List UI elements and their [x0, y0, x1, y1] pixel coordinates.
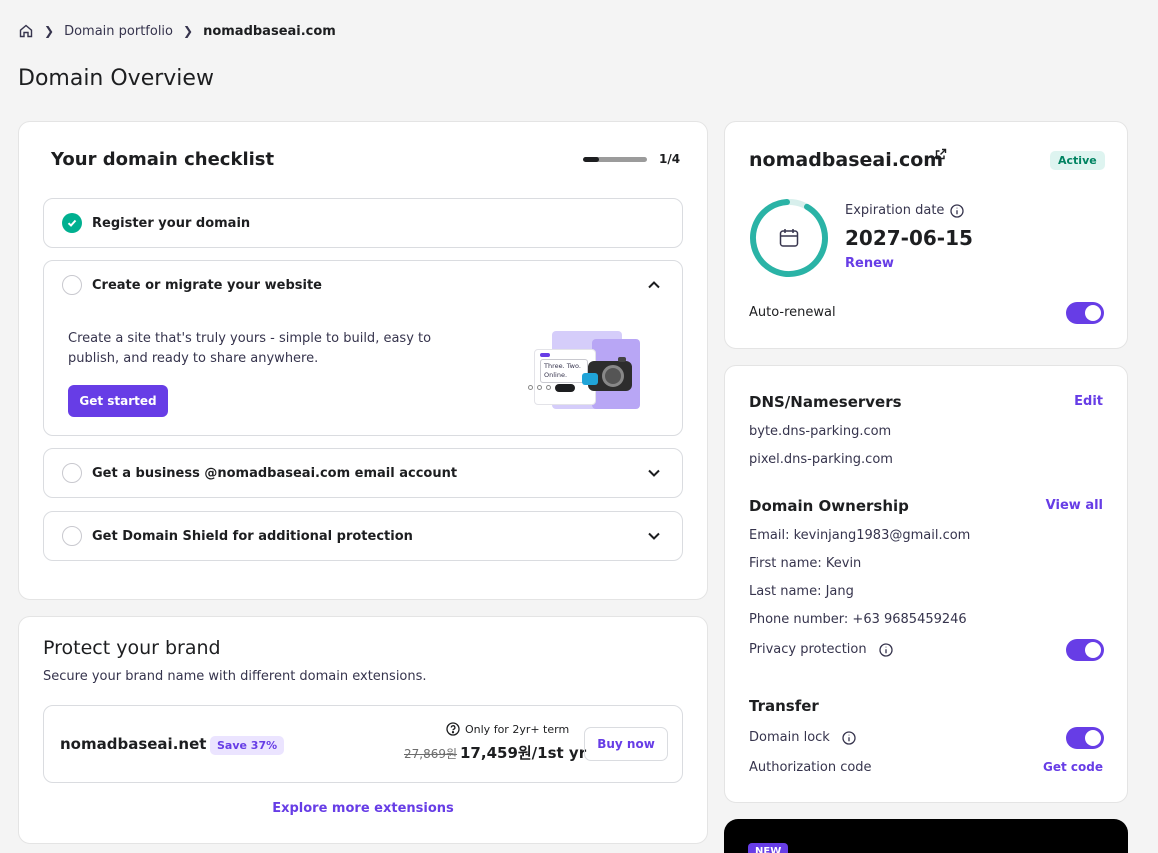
view-all-link[interactable]: View all: [1046, 498, 1103, 513]
price: 17,459원/1st yr: [460, 744, 587, 762]
checklist-progress-bar: [583, 157, 647, 162]
chevron-up-icon[interactable]: [646, 277, 662, 293]
checklist-item-domain-shield[interactable]: Get Domain Shield for additional protect…: [43, 511, 683, 561]
empty-circle-icon: [62, 275, 82, 295]
domain-status-card: nomadbaseai.com Active Expiration date 2…: [724, 121, 1128, 349]
extension-offer: nomadbaseai.net Save 37% Only for 2yr+ t…: [43, 705, 683, 783]
edit-dns-link[interactable]: Edit: [1074, 394, 1103, 409]
checklist-progress-text: 1/4: [659, 152, 681, 166]
calendar-icon: [779, 229, 799, 247]
illustration-text: Three. Two. Online.: [540, 359, 588, 383]
checklist-item-register[interactable]: Register your domain: [43, 198, 683, 248]
auth-code-label: Authorization code: [749, 760, 872, 775]
owner-phone: Phone number: +63 9685459246: [749, 612, 967, 627]
dns-ownership-card: DNS/Nameservers Edit byte.dns-parking.co…: [724, 365, 1128, 803]
domain-lock-label: Domain lock: [749, 730, 830, 745]
auto-renewal-toggle[interactable]: [1066, 302, 1104, 324]
domain-lock-toggle[interactable]: [1066, 727, 1104, 749]
dns-title: DNS/Nameservers: [749, 393, 902, 411]
check-circle-icon: [62, 213, 82, 233]
domain-checklist-card: Your domain checklist 1/4 Register your …: [18, 121, 708, 600]
new-badge: NEW: [748, 843, 789, 853]
checklist-item-label: Create or migrate your website: [92, 277, 322, 293]
privacy-protection-row: Privacy protection: [749, 642, 893, 657]
brand-subtitle: Secure your brand name with different do…: [43, 669, 427, 684]
offer-note-text: Only for 2yr+ term: [465, 722, 570, 736]
privacy-protection-toggle[interactable]: [1066, 639, 1104, 661]
checklist-title: Your domain checklist: [51, 149, 275, 170]
offer-note: Only for 2yr+ term: [446, 722, 569, 736]
renew-link[interactable]: Renew: [845, 256, 894, 271]
domain-lock-row: Domain lock: [749, 730, 856, 745]
camera-icon: [582, 357, 632, 391]
chevron-down-icon[interactable]: [646, 528, 662, 544]
info-icon[interactable]: [950, 203, 965, 218]
buy-now-button[interactable]: Buy now: [584, 727, 668, 761]
protect-brand-card: Protect your brand Secure your brand nam…: [18, 616, 708, 844]
expiration-label-text: Expiration date: [845, 203, 945, 218]
info-icon[interactable]: [842, 730, 856, 745]
transfer-title: Transfer: [749, 697, 819, 715]
checklist-item-website[interactable]: Create or migrate your website Create a …: [43, 260, 683, 436]
breadcrumb-current: nomadbaseai.com: [203, 23, 336, 39]
promo-card: NEW: [724, 819, 1128, 853]
get-started-button[interactable]: Get started: [68, 385, 168, 417]
status-badge: Active: [1050, 151, 1105, 170]
nameserver-1: byte.dns-parking.com: [749, 424, 892, 439]
checklist-item-email[interactable]: Get a business @nomadbaseai.com email ac…: [43, 448, 683, 498]
explore-extensions-link[interactable]: Explore more extensions: [19, 801, 707, 816]
expiration-label: Expiration date: [845, 203, 965, 218]
old-price: 27,869원: [404, 747, 458, 761]
empty-circle-icon: [62, 463, 82, 483]
info-icon[interactable]: [878, 642, 893, 657]
chevron-right-icon: ❯: [44, 24, 55, 38]
empty-circle-icon: [62, 526, 82, 546]
breadcrumb-link-portfolio[interactable]: Domain portfolio: [64, 24, 173, 39]
external-link-icon[interactable]: [935, 148, 947, 160]
nameserver-2: pixel.dns-parking.com: [749, 452, 893, 467]
owner-first-name: First name: Kevin: [749, 556, 862, 571]
ownership-title: Domain Ownership: [749, 497, 909, 515]
expiration-date: 2027-06-15: [845, 226, 973, 250]
home-icon[interactable]: [18, 23, 34, 39]
question-icon: [446, 722, 460, 736]
get-code-link[interactable]: Get code: [1043, 760, 1103, 774]
brand-title: Protect your brand: [43, 637, 221, 659]
checklist-item-label: Register your domain: [92, 215, 251, 231]
domain-name: nomadbaseai.com: [749, 149, 944, 171]
offer-domain: nomadbaseai.net: [60, 735, 207, 753]
privacy-label: Privacy protection: [749, 642, 867, 657]
owner-email: Email: kevinjang1983@gmail.com: [749, 528, 971, 543]
auto-renewal-label: Auto-renewal: [749, 305, 836, 320]
chevron-right-icon: ❯: [183, 24, 194, 38]
page-title: Domain Overview: [18, 66, 214, 91]
checklist-item-label: Get Domain Shield for additional protect…: [92, 528, 413, 544]
website-illustration: Three. Two. Online.: [526, 331, 648, 413]
save-badge: Save 37%: [210, 736, 285, 755]
checklist-item-label: Get a business @nomadbaseai.com email ac…: [92, 465, 458, 481]
owner-last-name: Last name: Jang: [749, 584, 854, 599]
website-description: Create a site that's truly yours - simpl…: [68, 331, 432, 366]
breadcrumb: ❯ Domain portfolio ❯ nomadbaseai.com: [18, 21, 336, 41]
chevron-down-icon[interactable]: [646, 465, 662, 481]
